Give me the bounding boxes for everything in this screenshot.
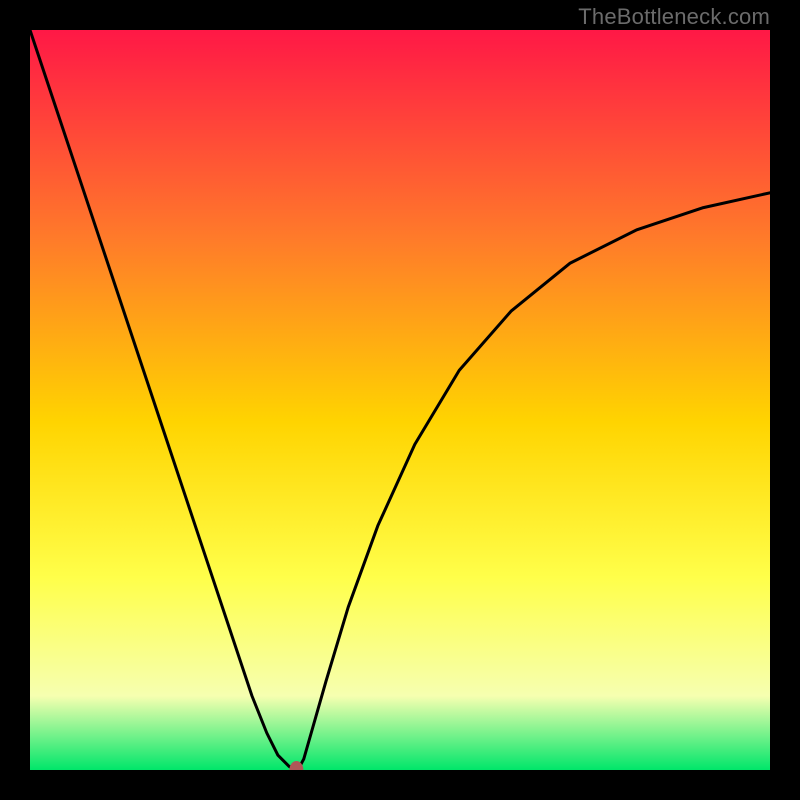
watermark-label: TheBottleneck.com — [578, 4, 770, 30]
chart-frame — [30, 30, 770, 770]
gradient-background — [30, 30, 770, 770]
chart-svg — [30, 30, 770, 770]
